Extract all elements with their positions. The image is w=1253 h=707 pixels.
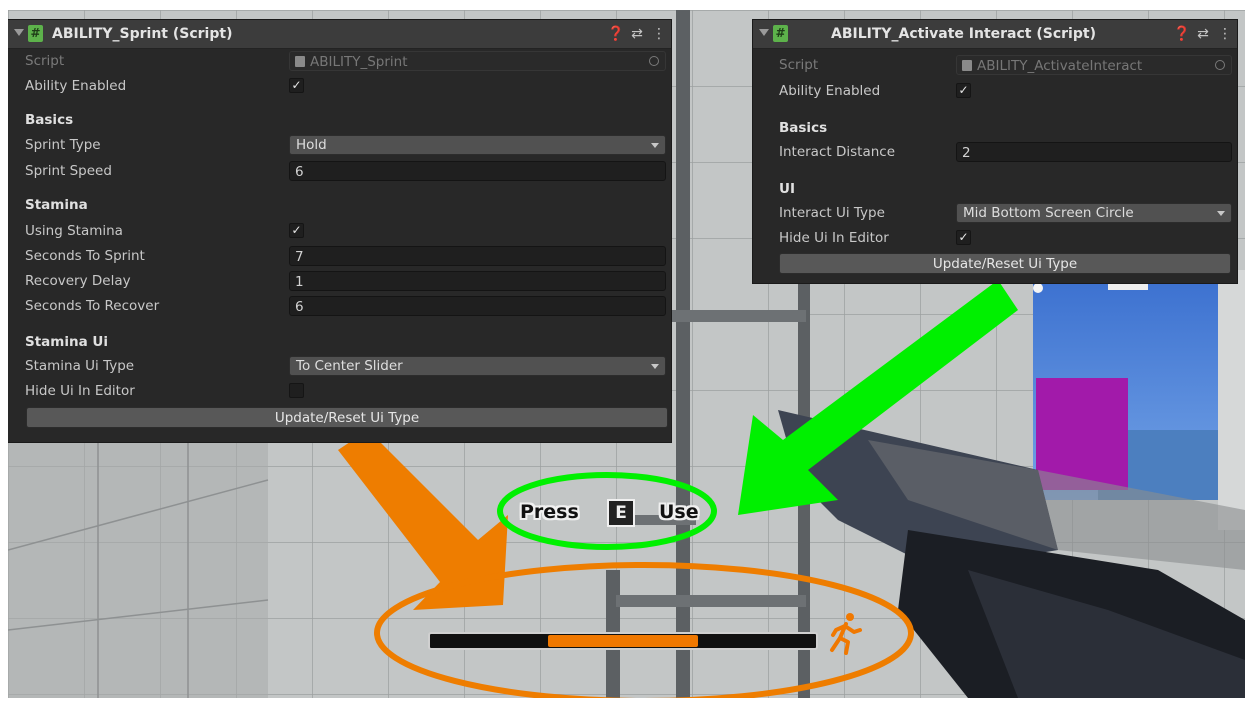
recovery-delay-field[interactable]: 1 (289, 271, 666, 291)
green-arrow (738, 280, 1018, 515)
stamina-ui-type-dropdown[interactable]: To Center Slider (289, 356, 666, 376)
sprint-speed-label: Sprint Speed (25, 163, 112, 179)
recovery-delay-row: Recovery Delay 1 (8, 270, 671, 292)
interact-prompt-press: Press (520, 501, 579, 523)
sprint-ability-enabled-row: Ability Enabled ✓ (8, 75, 671, 97)
interact-ui-type-value: Mid Bottom Screen Circle (963, 205, 1134, 221)
seconds-to-sprint-row: Seconds To Sprint 7 (8, 245, 671, 267)
interact-update-reset-button[interactable]: Update/Reset Ui Type (779, 253, 1231, 274)
seconds-to-recover-row: Seconds To Recover 6 (8, 295, 671, 317)
sprint-inspector-panel: # ABILITY_Sprint (Script) ❓ ⇄ ⋮ Script A… (8, 20, 671, 442)
foldout-arrow-icon[interactable] (759, 29, 769, 36)
script-label: Script (779, 57, 819, 73)
sprint-type-label: Sprint Type (25, 137, 101, 153)
sprint-panel-header[interactable]: # ABILITY_Sprint (Script) ❓ ⇄ ⋮ (8, 20, 671, 49)
sprint-script-row: Script ABILITY_Sprint (8, 50, 671, 72)
dropdown-caret-icon (651, 364, 659, 369)
stamina-bar-fill (547, 635, 699, 647)
preset-icon[interactable]: ⇄ (629, 25, 645, 43)
interact-distance-row: Interact Distance 2 (753, 141, 1237, 163)
stamina-ui-type-value: To Center Slider (296, 358, 403, 374)
interact-prompt-use: Use (659, 501, 699, 523)
interact-ui-type-label: Interact Ui Type (779, 205, 885, 221)
interact-distance-field[interactable]: 2 (956, 142, 1232, 162)
kebab-menu-icon[interactable]: ⋮ (651, 25, 667, 43)
seconds-to-sprint-field[interactable]: 7 (289, 246, 666, 266)
interact-script-row: Script ABILITY_ActivateInteract (753, 54, 1237, 76)
interact-script-value: ABILITY_ActivateInteract (977, 58, 1143, 74)
script-file-icon (962, 60, 972, 71)
recovery-delay-label: Recovery Delay (25, 273, 131, 289)
interact-key-e: E (607, 499, 635, 527)
ability-enabled-label: Ability Enabled (779, 83, 881, 99)
interact-script-field: ABILITY_ActivateInteract (956, 55, 1232, 75)
sprint-panel-title: ABILITY_Sprint (Script) (52, 26, 233, 42)
ui-header: UI (779, 181, 795, 197)
sprint-speed-field[interactable]: 6 (289, 161, 666, 181)
using-stamina-row: Using Stamina ✓ (8, 220, 671, 242)
stamina-bar (428, 632, 818, 650)
stamina-header: Stamina (25, 197, 88, 213)
seconds-to-sprint-label: Seconds To Sprint (25, 248, 145, 264)
dropdown-caret-icon (1217, 211, 1225, 216)
object-picker-icon[interactable] (1215, 60, 1225, 70)
sprint-script-value: ABILITY_Sprint (310, 54, 408, 70)
sprint-type-row: Sprint Type Hold (8, 134, 671, 156)
interact-panel-header[interactable]: # ABILITY_Activate Interact (Script) ❓ ⇄… (753, 20, 1237, 49)
interact-ability-enabled-row: Ability Enabled ✓ (753, 80, 1237, 102)
ability-enabled-checkbox[interactable]: ✓ (289, 78, 304, 93)
dropdown-caret-icon (651, 143, 659, 148)
ability-enabled-checkbox[interactable]: ✓ (956, 83, 971, 98)
preset-icon[interactable]: ⇄ (1195, 25, 1211, 43)
script-file-icon (295, 56, 305, 67)
sprint-hide-ui-row: Hide Ui In Editor (8, 380, 671, 402)
hide-ui-checkbox[interactable] (289, 383, 304, 398)
interact-hide-ui-row: Hide Ui In Editor ✓ (753, 227, 1237, 249)
interact-panel-title: ABILITY_Activate Interact (Script) (831, 26, 1096, 42)
game-viewport: Press E Use # ABILITY_Sprint (Script) ❓ … (8, 10, 1245, 698)
sprint-type-dropdown[interactable]: Hold (289, 135, 666, 155)
sprint-update-reset-button[interactable]: Update/Reset Ui Type (26, 407, 668, 428)
script-hash-icon: # (28, 25, 43, 42)
seconds-to-recover-label: Seconds To Recover (25, 298, 160, 314)
stamina-ui-type-label: Stamina Ui Type (25, 358, 135, 374)
interact-inspector-panel: # ABILITY_Activate Interact (Script) ❓ ⇄… (753, 20, 1237, 283)
stamina-ui-type-row: Stamina Ui Type To Center Slider (8, 355, 671, 377)
using-stamina-checkbox[interactable]: ✓ (289, 223, 304, 238)
script-label: Script (25, 53, 65, 69)
sprint-speed-row: Sprint Speed 6 (8, 160, 671, 182)
help-icon[interactable]: ❓ (607, 25, 624, 43)
interact-ui-type-dropdown[interactable]: Mid Bottom Screen Circle (956, 203, 1232, 223)
basics-header: Basics (779, 120, 828, 136)
foldout-arrow-icon[interactable] (14, 29, 24, 36)
basics-header: Basics (25, 112, 74, 128)
sprint-type-value: Hold (296, 137, 327, 153)
script-hash-icon: # (773, 25, 788, 42)
ability-enabled-label: Ability Enabled (25, 78, 127, 94)
hide-ui-checkbox[interactable]: ✓ (956, 230, 971, 245)
object-picker-icon[interactable] (649, 56, 659, 66)
stamina-ui-header: Stamina Ui (25, 334, 108, 350)
seconds-to-recover-field[interactable]: 6 (289, 296, 666, 316)
help-icon[interactable]: ❓ (1173, 25, 1190, 43)
sprint-script-field: ABILITY_Sprint (289, 51, 666, 71)
interact-distance-label: Interact Distance (779, 144, 895, 160)
kebab-menu-icon[interactable]: ⋮ (1217, 25, 1233, 43)
hide-ui-label: Hide Ui In Editor (25, 383, 135, 399)
hide-ui-label: Hide Ui In Editor (779, 230, 889, 246)
interact-ui-type-row: Interact Ui Type Mid Bottom Screen Circl… (753, 202, 1237, 224)
using-stamina-label: Using Stamina (25, 223, 123, 239)
sprint-running-icon (830, 613, 862, 655)
